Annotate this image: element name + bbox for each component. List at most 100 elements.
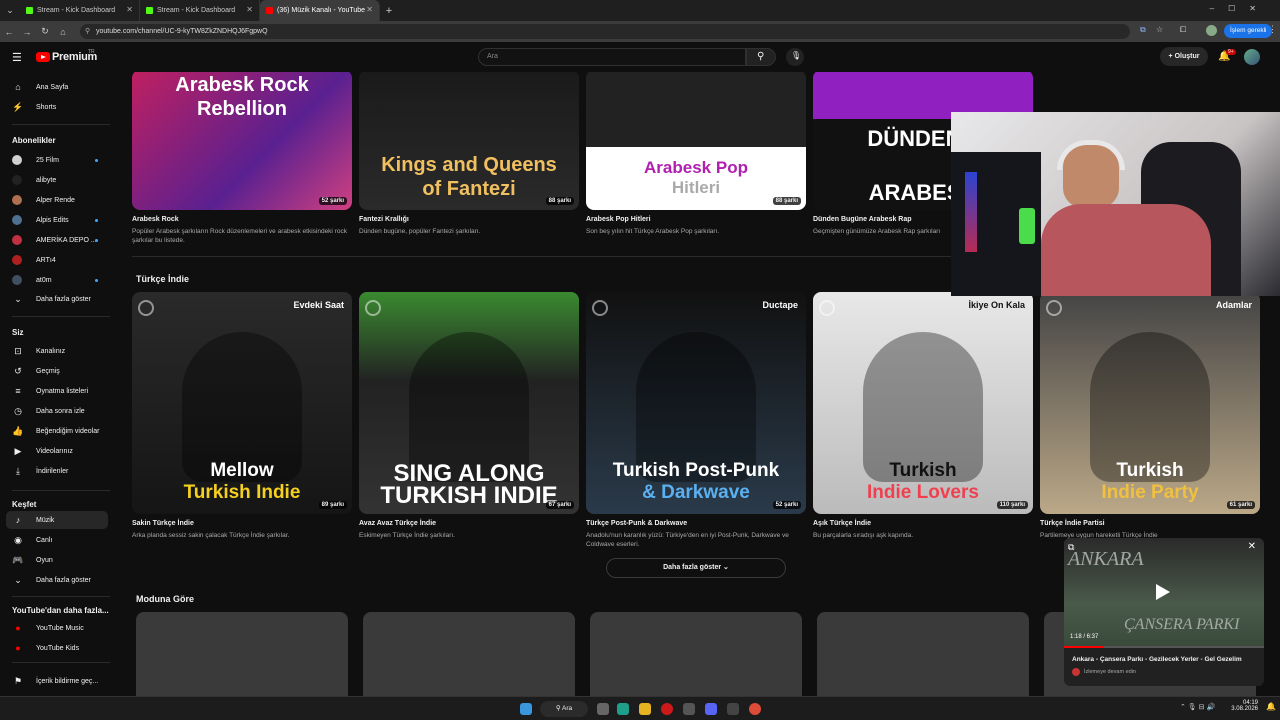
create-button[interactable]: + Oluştur — [1160, 47, 1208, 66]
sidebar-item-you-3[interactable]: ◷ Daha sonra izle — [6, 402, 108, 420]
miniplayer[interactable]: ⧉ ✕ ANKARA ÇANSERA PARKI 1:18 / 6:37 Ank… — [1064, 538, 1264, 686]
playlist-title[interactable]: Fantezi Krallığı — [359, 216, 409, 223]
artist-name: Adamlar — [1215, 300, 1252, 310]
playlist-title[interactable]: Arabesk Rock — [132, 216, 179, 223]
show-more-button[interactable]: Daha fazla göster ⌄ — [606, 558, 786, 578]
sidebar-subscription[interactable]: Alper Rende — [6, 191, 108, 209]
close-icon[interactable]: ✕ — [1248, 541, 1256, 552]
sidebar-item-shorts[interactable]: ⚡ Shorts — [6, 98, 108, 116]
browser-tab[interactable]: (36) Müzik Kanalı - YouTube ✕ — [260, 0, 380, 21]
sidebar-explore-more[interactable]: ⌄ Daha fazla göster — [6, 571, 108, 589]
back-button[interactable]: ← — [0, 27, 18, 37]
sidebar-subscription[interactable]: Alpis Edits — [6, 211, 108, 229]
close-icon[interactable]: ✕ — [126, 5, 133, 14]
action-required-button[interactable]: İşlem gerekli — [1224, 24, 1273, 38]
sidebar-item-report[interactable]: ⚑ İçerik bildirme geç... — [6, 672, 108, 690]
playlist-play-icon[interactable] — [1046, 300, 1062, 316]
windows-start-icon[interactable] — [520, 703, 532, 715]
playlist-card[interactable]: Arabesk Rock Rebellion 52 şarkı — [132, 72, 352, 210]
sidebar-item-more-0[interactable]: ● YouTube Music — [6, 619, 108, 637]
playlist-title[interactable]: Sakin Türkçe İndie — [132, 520, 194, 527]
chrome-icon[interactable] — [749, 703, 761, 715]
subscriptions-header[interactable]: Abonelikler — [12, 136, 56, 145]
new-tab-button[interactable]: + — [380, 5, 398, 17]
bookmark-star-icon[interactable]: ☆ — [1156, 25, 1163, 34]
youtube-logo-icon[interactable] — [36, 52, 50, 62]
sidebar-subscription[interactable]: 25 Film — [6, 151, 108, 169]
playlist-play-icon[interactable] — [365, 300, 381, 316]
playlist-card[interactable]: Arabesk Pop Hitleri 88 şarkı — [586, 72, 806, 210]
sidebar-item-more-1[interactable]: ● YouTube Kids — [6, 639, 108, 657]
profile-avatar[interactable] — [1206, 25, 1217, 36]
playlist-title[interactable]: Arabesk Pop Hitleri — [586, 216, 651, 223]
voice-search-button[interactable]: 🎙 — [786, 48, 804, 66]
tab-search-icon[interactable]: ⌄ — [0, 5, 20, 16]
discord-icon[interactable] — [705, 703, 717, 715]
opera-icon[interactable] — [661, 703, 673, 715]
app-icon[interactable] — [683, 703, 695, 715]
playlist-title[interactable]: Türkçe İndie Partisi — [1040, 520, 1105, 527]
progress-track[interactable] — [1064, 646, 1264, 648]
edge-icon[interactable] — [617, 703, 629, 715]
play-icon[interactable] — [1156, 584, 1170, 600]
miniplayer-title[interactable]: Ankara - Çansera Parkı - Gezilecek Yerle… — [1072, 656, 1262, 663]
section-title-moduna-gore[interactable]: Moduna Göre — [136, 594, 194, 604]
taskbar-search[interactable]: ⚲ Ara — [540, 701, 588, 717]
browser-tab[interactable]: Stream - Kick Dashboard ✕ — [20, 0, 140, 21]
browser-tab[interactable]: Stream - Kick Dashboard ✕ — [140, 0, 260, 21]
playlist-card[interactable]: Kings and Queens of Fantezi 88 şarkı — [359, 72, 579, 210]
sidebar-item-you-0[interactable]: ⊡ Kanalınız — [6, 342, 108, 360]
notification-center-icon[interactable]: 🔔 — [1266, 702, 1276, 711]
sidebar-item-you-5[interactable]: ▶ Videolarınız — [6, 442, 108, 460]
site-info-icon[interactable]: ⚲ — [85, 24, 90, 39]
browser-menu-icon[interactable]: ⋮ — [1268, 24, 1277, 35]
playlist-play-icon[interactable] — [138, 300, 154, 316]
search-button[interactable]: ⚲ — [746, 48, 776, 66]
sidebar-item-home[interactable]: ⌂ Ana Sayfa — [6, 78, 108, 96]
sidebar-item-you-1[interactable]: ↺ Geçmiş — [6, 362, 108, 380]
section-title-turkce-indie[interactable]: Türkçe İndie — [136, 274, 189, 284]
reload-button[interactable]: ↻ — [36, 26, 54, 37]
sidebar-item-explore-0[interactable]: ♪ Müzik — [6, 511, 108, 529]
search-input[interactable]: Ara — [478, 48, 746, 66]
playlist-card[interactable]: İkiye On Kala Turkish Indie Lovers 110 şark… — [813, 292, 1033, 514]
extensions-icon[interactable]: ⧠ — [1180, 25, 1186, 35]
hamburger-menu-icon[interactable]: ☰ — [12, 51, 22, 64]
obs-icon[interactable] — [727, 703, 739, 715]
sidebar-subscription[interactable]: at0m — [6, 271, 108, 289]
sidebar-item-you-6[interactable]: ⤓ İndirilenler — [6, 462, 108, 480]
playlist-title[interactable]: Aşık Türkçe İndie — [813, 520, 871, 527]
playlist-card[interactable]: Evdeki Saat Mellow Turkish Indie 89 şarkı — [132, 292, 352, 514]
sidebar-item-you-4[interactable]: 👍 Beğendiğim videolar — [6, 422, 108, 440]
window-controls[interactable]: –☐✕ — [1210, 4, 1270, 13]
sidebar-subscription[interactable]: ARTı4 — [6, 251, 108, 269]
playlist-title[interactable]: Avaz Avaz Türkçe İndie — [359, 520, 436, 527]
sidebar-item-explore-2[interactable]: 🎮 Oyun — [6, 551, 108, 569]
playlist-play-icon[interactable] — [819, 300, 835, 316]
sidebar-item-you-2[interactable]: ≡ Oynatma listeleri — [6, 382, 108, 400]
address-bar[interactable]: ⚲ youtube.com/channel/UC-9-kyTW8ZkZNDHQJ6… — [80, 24, 1130, 39]
you-header[interactable]: Siz — [12, 328, 24, 337]
sidebar-subscription[interactable]: alibyte — [6, 171, 108, 189]
account-avatar[interactable] — [1244, 49, 1260, 65]
playlist-play-icon[interactable] — [592, 300, 608, 316]
sidebar-item-report-label: İçerik bildirme geç... — [36, 677, 99, 685]
clock[interactable]: 04:19 3.08.2026 — [1230, 700, 1258, 712]
home-icon[interactable]: ⌂ — [54, 27, 72, 37]
playlist-card[interactable]: SING ALONG TURKISH INDIE 67 şarkı — [359, 292, 579, 514]
close-icon[interactable]: ✕ — [246, 5, 253, 14]
sidebar-show-more[interactable]: ⌄ Daha fazla göster — [6, 290, 108, 308]
sidebar-item-explore-1[interactable]: ◉ Canlı — [6, 531, 108, 549]
playlist-card[interactable]: Adamlar Turkish Indie Party 61 şarkı — [1040, 292, 1260, 514]
close-icon[interactable]: ✕ — [366, 5, 373, 14]
sidebar-subscription[interactable]: AMERİKA DEPO ... — [6, 231, 108, 249]
task-view-icon[interactable] — [597, 703, 609, 715]
file-explorer-icon[interactable] — [639, 703, 651, 715]
playlist-title[interactable]: Türkçe Post-Punk & Darkwave — [586, 520, 687, 527]
playlist-card[interactable]: Ductape Turkish Post-Punk & Darkwave 52 şar… — [586, 292, 806, 514]
playlist-title[interactable]: Dünden Bugüne Arabesk Rap — [813, 216, 912, 223]
system-tray-icons[interactable]: ⌃ 🎙 ⊟ 🔊 — [1180, 703, 1215, 711]
translate-icon[interactable]: ⧉ — [1140, 25, 1146, 35]
forward-button[interactable]: → — [18, 27, 36, 37]
new-content-dot — [95, 238, 98, 242]
